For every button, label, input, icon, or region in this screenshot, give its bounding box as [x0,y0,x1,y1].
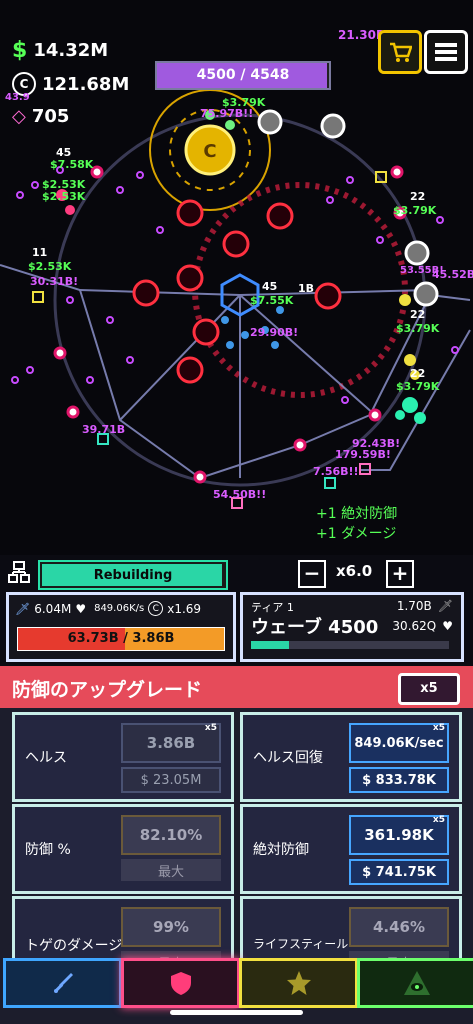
rebuild-label: Rebuilding [93,567,173,583]
floating-text: 45 [262,280,278,293]
upgrade-value: 3.86B [146,734,196,752]
tower-health-text: 63.73B / 3.86B [67,631,175,646]
upgrade-badge: x5 [432,815,445,825]
hierarchy-icon [8,561,30,583]
upgrade-card-absolute-defense[interactable]: 絶対防御 361.98K x5 $ 741.75K [240,804,462,894]
tab-defense[interactable] [121,958,240,1008]
cash-display: $ 14.32M [12,38,108,63]
upgrade-value: 4.46% [372,918,426,936]
upgrade-label: 絶対防御 [253,842,309,858]
upgrade-label: ヘルス [25,750,67,766]
tower-health-bar: 63.73B / 3.86B [17,627,225,651]
star-icon [286,971,311,995]
upgrade-card-defense-percent[interactable]: 防御 % 82.10% 最大 [12,804,234,894]
wave-info-panel: ティア 1 ウェーブ 4500 1.70B 🗡 30.62Q ♥ [240,592,464,662]
game-field[interactable]: C $ 14.32M C 121.68M ◇ 705 4500 / 4548 2… [0,0,473,555]
floating-text: 30.31B! [30,275,79,288]
floating-text: 29.90B! [250,326,299,339]
heart-icon: ♥ [75,601,87,616]
gem-icon: ◇ [12,106,26,127]
floating-text: $2.53K [28,260,72,273]
gems-amount: 705 [31,106,70,127]
upgrade-badge: x5 [432,723,445,733]
enemy-health: 30.62Q [392,619,437,633]
coin-icon: C [148,601,164,616]
floating-text: 7.56B!! [313,465,359,478]
tab-utility[interactable] [239,958,358,1008]
upgrade-card-health[interactable]: ヘルス 3.86B x5 $ 23.05M [12,712,234,802]
upgrade-value: 361.98K [364,826,434,844]
upgrade-label: ヘルス回復 [253,750,323,766]
upgrade-cost-button[interactable]: $ 833.78K [349,767,449,793]
sword-icon: 🗡 [437,599,453,613]
game-speed-label: x6.0 [336,562,373,580]
tab-attack[interactable] [3,958,122,1008]
upgrade-notice: +1 ダメージ [316,526,397,542]
home-indicator [170,1010,303,1015]
upgrade-label: 防御 % [25,842,71,858]
tower-stats-toggle[interactable] [8,561,30,587]
upgrade-cost-button[interactable]: $ 23.05M [121,767,221,793]
floating-text: 39.71B [82,423,126,436]
upgrade-cost-button[interactable]: $ 741.75K [349,859,449,885]
floating-text: 53.55B! [400,265,444,276]
coin-multiplier: x1.69 [167,601,202,616]
upgrade-label: トゲのダメージ [25,938,123,954]
wave-progress-bar [251,641,449,649]
speed-decrease-button[interactable]: − [298,560,326,588]
floating-text: $3.79K [393,204,437,217]
sword-icon [53,973,73,993]
floating-text: $3.79K [396,380,440,393]
coins-amount: 121.68M [42,73,130,95]
eye-triangle-icon [403,971,430,995]
floating-text: 75.97B!! [200,107,254,120]
floating-text: $7.55K [250,294,294,307]
upgrade-header: 防御のアップグレード x5 [0,666,473,708]
tower-damage: 6.04M [34,601,72,616]
upgrade-badge: x5 [204,723,217,733]
floating-text: 179.59B! [335,448,391,461]
upgrade-notice-list: +1 絶対防御 +1 ダメージ [316,504,397,544]
hamburger-icon [435,43,457,61]
floating-text: 22 [410,190,426,203]
upgrade-notice: +1 絶対防御 [316,506,398,522]
floating-text: 54.50B!! [213,488,267,501]
gems-display: ◇ 705 [12,106,69,127]
upgrade-label: ライフスティール [253,937,349,951]
upgrade-card-health-regen[interactable]: ヘルス回復 849.06K/sec x5 $ 833.78K [240,712,462,802]
heart-icon: ♥ [442,619,453,633]
shield-icon [170,972,191,995]
sword-icon: 🗡 [15,601,31,616]
wave-health-text: 4500 / 4548 [196,67,290,83]
svg-text:C: C [203,141,216,162]
floating-text: 1B [298,282,315,295]
floating-text: 43.9 [5,92,30,103]
dollar-icon: $ [12,38,28,63]
upgrade-value: 849.06K/sec [354,735,444,751]
tower-regen: 849.06K/s [94,603,145,614]
buy-multiplier-button[interactable]: x5 [398,673,460,705]
upgrade-title: 防御のアップグレード [12,679,203,701]
wave-health-bar: 4500 / 4548 [155,61,331,90]
speed-increase-button[interactable]: + [386,560,414,588]
wave-label: ウェーブ 4500 [251,617,379,638]
upgrade-max-label: 最大 [121,859,221,881]
floating-text: 22 [410,367,426,380]
floating-text: 11 [32,246,48,259]
cart-icon [390,42,412,62]
floating-text: 22 [410,308,426,321]
shop-button[interactable] [378,30,422,74]
floating-text: $2.53K [42,190,86,203]
enemy-damage: 1.70B [396,599,432,613]
floating-text: $7.58K [50,158,94,171]
floating-text: $3.79K [396,322,440,335]
upgrade-value: 82.10% [139,826,203,844]
rebuild-status-bar[interactable]: Rebuilding [38,560,228,590]
tab-ultimate[interactable] [357,958,473,1008]
cash-amount: 14.32M [33,40,109,61]
upgrade-value: 99% [153,918,189,936]
menu-button[interactable] [424,30,468,74]
wave-progress-fill [251,641,289,649]
tower-status-panel: 🗡 6.04M ♥ 849.06K/s C x1.69 63.73B / 3.8… [6,592,236,662]
